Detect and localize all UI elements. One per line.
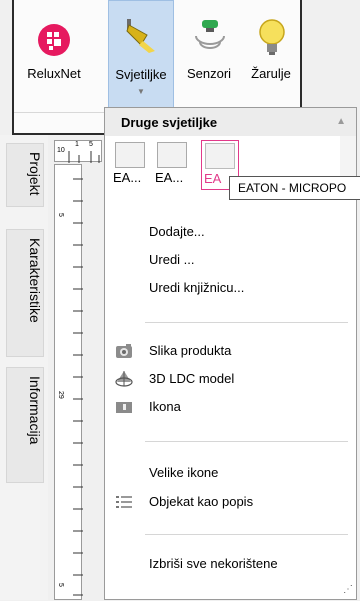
tab-karakteristike[interactable]: Karakteristike: [6, 229, 44, 357]
relux-logo-icon: [38, 24, 70, 56]
menu-item-3d-ldc-model[interactable]: 3D LDC model: [105, 367, 356, 391]
zarulje-button[interactable]: Žarulje: [242, 0, 300, 108]
ruler-tick-label: 10: [57, 147, 65, 154]
menu-item-label: Uredi knjižnicu...: [149, 280, 245, 295]
ruler: 10 1 5 5 29 5: [54, 140, 102, 600]
menu-separator: [145, 534, 348, 535]
menu-item-label: Slika produkta: [149, 343, 232, 358]
vertical-ruler: 5 29 5: [54, 164, 83, 600]
reluxnet-button[interactable]: ReluxNet: [24, 0, 84, 108]
menu-item-delete-unused[interactable]: Izbriši sve nekorištene: [105, 552, 356, 576]
gallery-item-label: EA...: [155, 170, 184, 185]
tab-projekt[interactable]: Projekt: [6, 143, 44, 207]
menu-item-label: Dodajte...: [149, 224, 205, 239]
senzori-button[interactable]: Senzori: [180, 0, 238, 108]
menu-item-label: Velike ikone: [149, 465, 219, 480]
menu-header-title: Druge svjetiljke: [121, 115, 218, 130]
luminaire-thumbnail: [115, 142, 145, 168]
menu-header: Druge svjetiljke ▲: [105, 108, 356, 136]
luminaire-thumbnail: [157, 142, 187, 168]
camera-icon: [116, 344, 132, 358]
menu-item-large-icons[interactable]: Velike ikone: [105, 461, 356, 485]
menu-separator: [145, 322, 348, 323]
zarulje-label: Žarulje: [251, 66, 291, 81]
gallery-item[interactable]: EA...: [155, 142, 189, 186]
ruler-tick-label: 5: [89, 141, 93, 148]
ldc-model-icon: [115, 371, 133, 387]
scroll-up-icon[interactable]: ▲: [336, 116, 346, 127]
tab-informacija[interactable]: Informacija: [6, 367, 44, 483]
bulb-icon: [259, 19, 285, 55]
menu-item-edit-library[interactable]: Uredi knjižnicu...: [105, 276, 356, 300]
menu-item-icon[interactable]: Ikona: [105, 395, 356, 419]
resize-grip-icon[interactable]: ⋰: [343, 584, 353, 595]
icon-view-icon: [116, 402, 132, 413]
svjetiljke-button[interactable]: Svjetiljke ▼: [108, 0, 174, 108]
menu-item-add[interactable]: Dodajte...: [105, 220, 356, 244]
menu-separator: [145, 441, 348, 442]
menu-item-label: 3D LDC model: [149, 371, 235, 386]
ruler-tick-label: 5: [57, 583, 64, 587]
spotlight-icon: [126, 19, 155, 53]
menu-item-product-image[interactable]: Slika produkta: [105, 339, 356, 363]
ruler-tick-label: 1: [75, 141, 79, 148]
side-tab-bar: Projekt Karakteristike Informacija: [0, 135, 48, 600]
list-view-icon: [116, 496, 132, 508]
chevron-down-icon: ▼: [137, 87, 145, 96]
menu-item-label: Izbriši sve nekorištene: [149, 556, 278, 571]
menu-item-label: Objekat kao popis: [149, 494, 254, 509]
gallery-item[interactable]: EA...: [113, 142, 147, 186]
luminaire-thumbnail: [205, 143, 235, 169]
ruler-tick-label: 5: [57, 213, 64, 217]
horizontal-ruler: 10 1 5: [54, 140, 102, 163]
reluxnet-label: ReluxNet: [27, 66, 81, 81]
svjetiljke-label: Svjetiljke: [115, 67, 167, 82]
menu-item-label: Uredi ...: [149, 252, 195, 267]
menu-item-edit[interactable]: Uredi ...: [105, 248, 356, 272]
gallery-item-label: EA...: [113, 170, 142, 185]
menu-item-object-as-list[interactable]: Objekat kao popis: [105, 490, 356, 514]
tooltip: EATON - MICROPO: [229, 176, 360, 200]
senzori-label: Senzori: [186, 66, 232, 81]
menu-item-label: Ikona: [149, 399, 181, 414]
tooltip-text: EATON - MICROPO: [238, 181, 347, 195]
sensor-icon: [195, 20, 225, 49]
ruler-tick-label: 29: [57, 391, 64, 399]
